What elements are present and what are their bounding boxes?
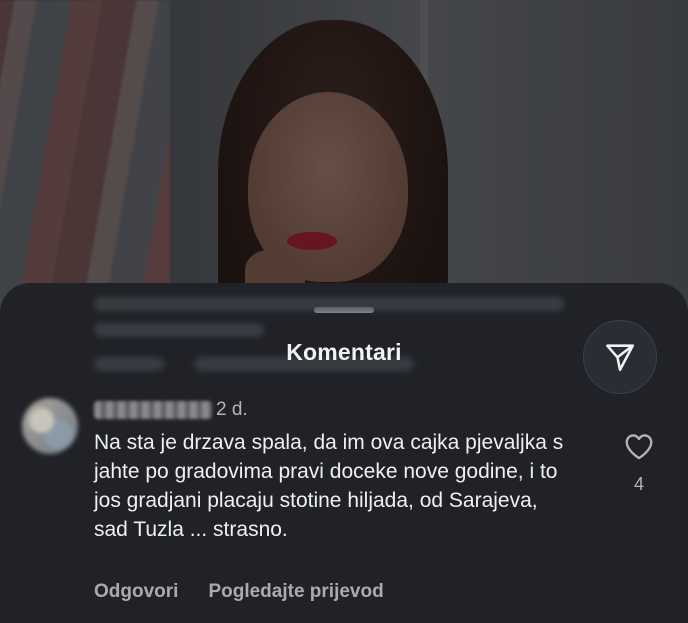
like-count: 4 — [633, 474, 644, 494]
username-blurred[interactable] — [94, 401, 212, 419]
screen: Komentari 2 d. Na sta je drzava spala, d… — [0, 0, 688, 623]
blurred-previous-comment — [94, 297, 564, 311]
avatar[interactable] — [22, 398, 78, 454]
like-button[interactable] — [622, 431, 656, 461]
comment-timestamp: 2 d. — [216, 399, 248, 420]
comment-actions: Odgovori Pogledajte prijevod — [94, 581, 384, 603]
comment-text: Na sta je drzava spala, da im ova cajka … — [94, 431, 564, 541]
share-button[interactable] — [583, 320, 657, 394]
post-photo — [0, 0, 688, 330]
reply-button[interactable]: Odgovori — [94, 581, 178, 603]
comments-sheet: Komentari 2 d. Na sta je drzava spala, d… — [0, 283, 688, 623]
heart-icon — [625, 433, 653, 459]
send-paper-plane-icon — [605, 344, 635, 372]
see-translation-button[interactable]: Pogledajte prijevod — [208, 581, 383, 603]
